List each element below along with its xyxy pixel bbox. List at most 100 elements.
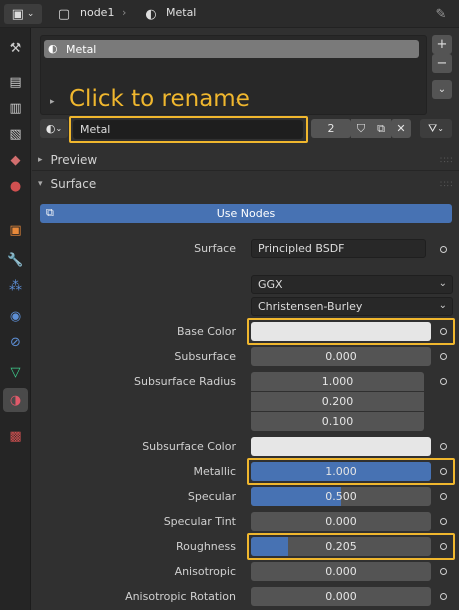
subsurface-radius-x[interactable]: 1.000 xyxy=(251,372,424,391)
socket-dot-icon[interactable] xyxy=(434,240,452,258)
breadcrumb-object[interactable]: node1 xyxy=(80,6,114,19)
preview-panel-header[interactable]: ▸ Preview xyxy=(38,150,97,170)
pin-icon[interactable]: ✎ xyxy=(432,4,450,24)
base-color-swatch[interactable] xyxy=(251,322,431,341)
subsurface-method-value: Christensen-Burley xyxy=(258,300,363,313)
material-sphere-icon: ◐ xyxy=(145,6,157,22)
socket-dot-icon[interactable] xyxy=(434,512,452,530)
subsurface-radius-label: Subsurface Radius xyxy=(134,375,236,388)
link-mode-button[interactable]: ⛛ ⌄ xyxy=(420,119,452,138)
properties-header: ▣ ⌄ ▢ node1 › ◐ Metal ✎ xyxy=(0,0,459,28)
drag-grip-icon[interactable]: ∷∷ xyxy=(440,180,453,190)
socket-dot-icon[interactable] xyxy=(434,487,452,505)
anisotropic-rotation-value: 0.000 xyxy=(325,590,357,603)
subsurface-slider[interactable]: 0.000 xyxy=(251,347,431,366)
socket-dot-icon[interactable] xyxy=(434,347,452,365)
socket-dot-icon[interactable] xyxy=(434,462,452,480)
expand-arrow-icon[interactable]: ▸ xyxy=(50,97,55,107)
metallic-label: Metallic xyxy=(193,465,236,478)
particles-icon[interactable]: ⁂ xyxy=(3,274,28,298)
material-sphere-icon: ◐ xyxy=(45,122,56,135)
use-nodes-button[interactable]: ⧉ Use Nodes xyxy=(40,204,452,223)
preview-panel-title: Preview xyxy=(50,153,98,167)
unlink-close-icon[interactable]: ✕ xyxy=(391,119,411,138)
subsurface-radius-y[interactable]: 0.200 xyxy=(251,392,424,411)
subsurface-color-label: Subsurface Color xyxy=(142,440,236,453)
material-name-field[interactable]: Metal xyxy=(73,120,303,139)
use-nodes-label: Use Nodes xyxy=(216,207,276,220)
data-icon[interactable]: ▽ xyxy=(3,360,28,384)
specular-tint-value: 0.000 xyxy=(325,515,357,528)
roughness-slider[interactable]: 0.205 xyxy=(251,537,431,556)
view-layer-icon[interactable]: ▧ xyxy=(3,122,28,146)
material-name-text: Metal xyxy=(80,123,111,136)
modifier-icon[interactable]: 🔧 xyxy=(3,248,28,272)
texture-icon[interactable]: ▩ xyxy=(3,424,28,448)
metallic-value: 1.000 xyxy=(325,465,357,478)
editor-type-icon: ▣ xyxy=(11,6,24,22)
constraints-icon[interactable]: ⊘ xyxy=(3,330,28,354)
output-icon[interactable]: ▥ xyxy=(3,96,28,120)
divider xyxy=(32,170,459,171)
drag-grip-icon[interactable]: ∷∷ xyxy=(440,156,453,166)
specular-tint-slider[interactable]: 0.000 xyxy=(251,512,431,531)
socket-dot-icon[interactable] xyxy=(434,372,452,390)
material-users-count[interactable]: 2 xyxy=(311,119,351,138)
material-icon[interactable]: ◑ xyxy=(3,388,28,412)
chevron-down-icon: ⌄ xyxy=(437,124,444,133)
annotation-click-to-rename: Click to rename xyxy=(69,86,250,112)
socket-dot-icon[interactable] xyxy=(434,587,452,605)
specular-label: Specular xyxy=(187,490,236,503)
tool-icon[interactable]: ⚒ xyxy=(3,36,28,60)
editor-type-button[interactable]: ▣ ⌄ xyxy=(4,4,42,24)
anisotropic-rotation-slider[interactable]: 0.000 xyxy=(251,587,431,606)
distribution-dropdown[interactable]: GGX ⌄ xyxy=(251,275,453,294)
chevron-down-icon: ⌄ xyxy=(26,9,35,19)
surface-panel-title: Surface xyxy=(50,177,97,191)
link-icon: ⛛ xyxy=(428,121,438,135)
socket-dot-icon[interactable] xyxy=(434,562,452,580)
subsurface-radius-x-value: 1.000 xyxy=(321,375,354,388)
add-slot-button[interactable]: + xyxy=(432,35,452,54)
object-icon: ▢ xyxy=(57,6,71,22)
subsurface-radius-z[interactable]: 0.100 xyxy=(251,412,424,431)
breadcrumb-material[interactable]: Metal xyxy=(166,6,196,19)
metallic-slider[interactable]: 1.000 xyxy=(251,462,431,481)
specular-slider[interactable]: 0.500 xyxy=(251,487,431,506)
fake-user-shield-icon[interactable]: ⛉ xyxy=(351,119,371,138)
subsurface-method-dropdown[interactable]: Christensen-Burley ⌄ xyxy=(251,297,453,316)
duplicate-icon[interactable]: ⧉ xyxy=(371,119,391,138)
material-sphere-icon: ◐ xyxy=(48,42,58,55)
socket-dot-icon[interactable] xyxy=(434,322,452,340)
slot-specials-button[interactable]: ⌄ xyxy=(432,80,452,99)
scene-icon[interactable]: ◆ xyxy=(3,148,28,172)
remove-slot-button[interactable]: − xyxy=(432,54,452,73)
anisotropic-label: Anisotropic xyxy=(174,565,236,578)
roughness-label: Roughness xyxy=(175,540,236,553)
specular-value: 0.500 xyxy=(325,490,357,503)
chevron-down-icon: ⌄ xyxy=(438,278,447,289)
physics-icon[interactable]: ◉ xyxy=(3,304,28,328)
object-tab-icon[interactable]: ▣ xyxy=(3,218,28,242)
subsurface-radius-y-value: 0.200 xyxy=(321,395,354,408)
surface-panel-header[interactable]: ▾ Surface xyxy=(38,174,96,194)
subsurface-color-swatch[interactable] xyxy=(251,437,431,456)
anisotropic-value: 0.000 xyxy=(325,565,357,578)
anisotropic-slider[interactable]: 0.000 xyxy=(251,562,431,581)
surface-shader-label: Surface xyxy=(194,242,236,255)
socket-dot-icon[interactable] xyxy=(434,437,452,455)
chevron-down-icon: ⌄ xyxy=(55,124,63,133)
browse-material-button[interactable]: ◐ ⌄ xyxy=(40,119,68,138)
subsurface-radius-z-value: 0.100 xyxy=(321,415,354,428)
material-slot-row[interactable]: ◐ Metal xyxy=(44,40,419,58)
anisotropic-rotation-label: Anisotropic Rotation xyxy=(125,590,236,603)
socket-dot-icon[interactable] xyxy=(434,537,452,555)
slot-label: Metal xyxy=(66,42,97,56)
subsurface-label: Subsurface xyxy=(174,350,236,363)
surface-shader-selector[interactable]: Principled BSDF xyxy=(251,239,426,258)
world-icon[interactable]: ● xyxy=(3,174,28,198)
render-icon[interactable]: ▤ xyxy=(3,70,28,94)
chevron-down-icon: ▾ xyxy=(38,179,43,189)
roughness-value: 0.205 xyxy=(325,540,357,553)
chevron-right-icon: ▸ xyxy=(38,155,43,165)
